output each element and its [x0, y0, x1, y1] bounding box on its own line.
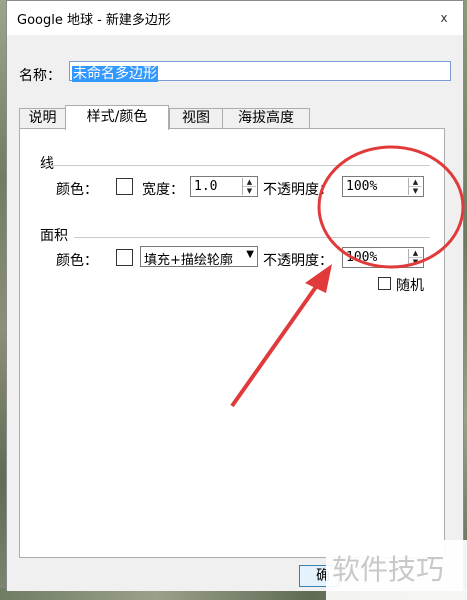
area-group-divider [74, 237, 430, 238]
close-icon[interactable]: x [435, 9, 453, 27]
name-input[interactable]: 未命名多边形 [69, 61, 451, 82]
dialog-body: 名称： 未命名多边形 说明 样式/颜色 视图 海拔高度 线 颜色： 宽度： 1.… [7, 35, 463, 591]
fill-mode-select[interactable]: 填充+描绘轮廓 ▼ [140, 246, 258, 268]
window-title: Google 地球 - 新建多边形 [17, 13, 171, 28]
line-width-arrows[interactable]: ▲ ▼ [242, 178, 256, 195]
new-polygon-dialog: Google 地球 - 新建多边形 x 名称： 未命名多边形 说明 样式/颜色 … [6, 0, 464, 591]
spin-down-icon[interactable]: ▼ [243, 186, 256, 195]
random-checkbox[interactable] [378, 277, 391, 290]
line-color-swatch[interactable] [116, 178, 133, 195]
tab-view[interactable]: 视图 [169, 108, 223, 129]
name-label: 名称： [19, 68, 61, 84]
title-bar: Google 地球 - 新建多边形 x [7, 1, 463, 35]
area-opacity-value: 100% [346, 250, 378, 265]
chevron-down-icon[interactable]: ▼ [246, 249, 254, 260]
area-opacity-spinner[interactable]: 100% ▲ ▼ [342, 247, 424, 268]
fill-mode-value: 填充+描绘轮廓 [144, 253, 233, 268]
line-width-label: 宽度： [142, 182, 184, 198]
line-color-label: 颜色： [56, 182, 98, 198]
name-input-value: 未命名多边形 [72, 66, 158, 82]
area-color-label: 颜色： [56, 253, 98, 269]
area-opacity-label: 不透明度： [263, 253, 333, 269]
spin-down-icon[interactable]: ▼ [409, 257, 422, 266]
line-opacity-arrows[interactable]: ▲ ▼ [408, 178, 422, 195]
tab-style-color[interactable]: 样式/颜色 [65, 105, 169, 130]
area-group-title: 面积 [40, 228, 68, 244]
style-color-panel: 线 颜色： 宽度： 1.0 ▲ ▼ 不透明度： 100% ▲ ▼ 面积 颜色： … [19, 128, 445, 558]
spin-down-icon[interactable]: ▼ [409, 186, 422, 195]
random-label: 随机 [396, 278, 424, 294]
line-width-spinner[interactable]: 1.0 ▲ ▼ [190, 176, 258, 197]
watermark: 软件技巧 [326, 540, 467, 600]
area-color-swatch[interactable] [116, 249, 133, 266]
spin-up-icon[interactable]: ▲ [409, 178, 422, 186]
spin-up-icon[interactable]: ▲ [409, 249, 422, 257]
tab-description[interactable]: 说明 [19, 108, 66, 129]
line-group-title: 线 [40, 156, 54, 172]
line-opacity-spinner[interactable]: 100% ▲ ▼ [342, 176, 424, 197]
line-opacity-value: 100% [346, 179, 378, 194]
spin-up-icon[interactable]: ▲ [243, 178, 256, 186]
line-width-value: 1.0 [194, 179, 218, 194]
line-group-divider [40, 165, 430, 166]
line-opacity-label: 不透明度： [263, 182, 333, 198]
tab-altitude[interactable]: 海拔高度 [222, 108, 310, 129]
area-opacity-arrows[interactable]: ▲ ▼ [408, 249, 422, 266]
